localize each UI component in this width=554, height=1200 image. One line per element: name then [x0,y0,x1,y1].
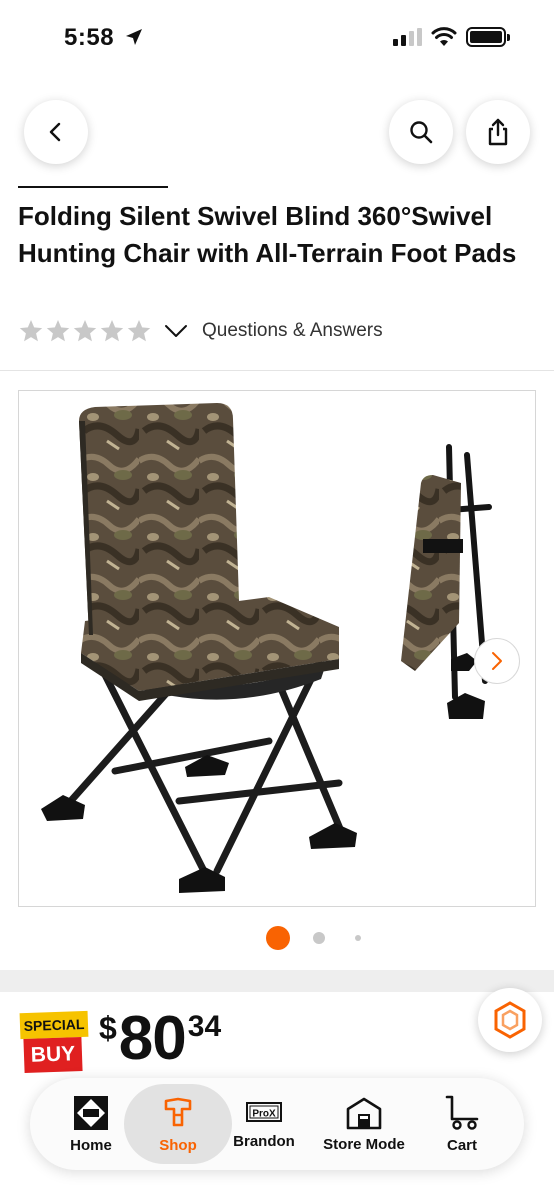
chevron-down-icon[interactable] [164,323,188,339]
pagination-dot[interactable] [355,935,361,941]
section-separator [0,970,554,992]
star-icon [100,319,124,342]
location-arrow-icon [126,29,142,45]
prox-badge-text: ProX [252,1108,276,1119]
chevron-right-icon [492,652,502,670]
magic-apron-button[interactable] [478,988,542,1052]
tab-cart[interactable]: Cart [432,1078,492,1170]
search-button[interactable] [389,100,453,164]
tab-store-mode-label: Store Mode [323,1135,405,1153]
star-icon [19,319,43,342]
prox-icon: ProX [246,1101,282,1122]
cellular-signal-icon [393,28,422,46]
pagination-dot-active[interactable] [266,926,290,950]
star-icon [127,319,151,342]
divider [0,370,554,371]
tab-brandon[interactable]: ProX Brandon [230,1078,298,1170]
product-image [41,403,492,893]
status-time: 5:58 [64,24,115,51]
tab-brandon-label: Brandon [233,1132,295,1150]
special-buy-badge: SPECIAL BUY [19,1010,89,1074]
shop-icon [164,1097,192,1126]
brand-link-cutoff[interactable] [18,182,174,190]
tab-shop-label: Shop [159,1136,197,1154]
star-icon [46,319,70,342]
special-buy-top: SPECIAL [19,1010,89,1040]
rating-row[interactable]: Questions & Answers [18,316,383,346]
tab-shop[interactable]: Shop [124,1078,232,1170]
chevron-left-icon [49,122,61,142]
store-icon [346,1097,382,1129]
gallery-next-button[interactable] [474,638,520,684]
search-icon [410,121,433,144]
tab-store-mode[interactable]: Store Mode [316,1078,412,1170]
product-price: $ 80 34 [99,1006,221,1072]
home-depot-logo-icon [74,1095,108,1130]
gallery-pagination [0,925,554,950]
tab-home-label: Home [70,1136,112,1154]
share-button[interactable] [466,100,530,164]
share-icon [488,118,508,146]
magic-apron-icon [494,1001,526,1039]
status-bar: 5:58 [0,0,554,70]
bottom-tab-bar: Home Shop ProX Brandon Store Mode Cart [30,1078,524,1170]
price-currency: $ [99,1010,117,1046]
rating-stars [18,318,152,344]
product-title: Folding Silent Swivel Blind 360°Swivel H… [18,201,517,268]
questions-answers-link[interactable]: Questions & Answers [202,320,383,342]
pagination-dot[interactable] [313,932,325,944]
wifi-icon [431,27,457,46]
battery-icon [466,27,510,47]
price-cents: 34 [187,1010,222,1043]
back-button[interactable] [24,100,88,164]
star-icon [73,319,97,342]
cart-icon [445,1095,479,1130]
tab-home[interactable]: Home [58,1078,124,1170]
tab-cart-label: Cart [446,1136,477,1154]
price-dollars: 80 [118,1004,187,1073]
special-buy-bottom: BUY [23,1036,83,1074]
product-image-gallery[interactable] [18,390,536,907]
